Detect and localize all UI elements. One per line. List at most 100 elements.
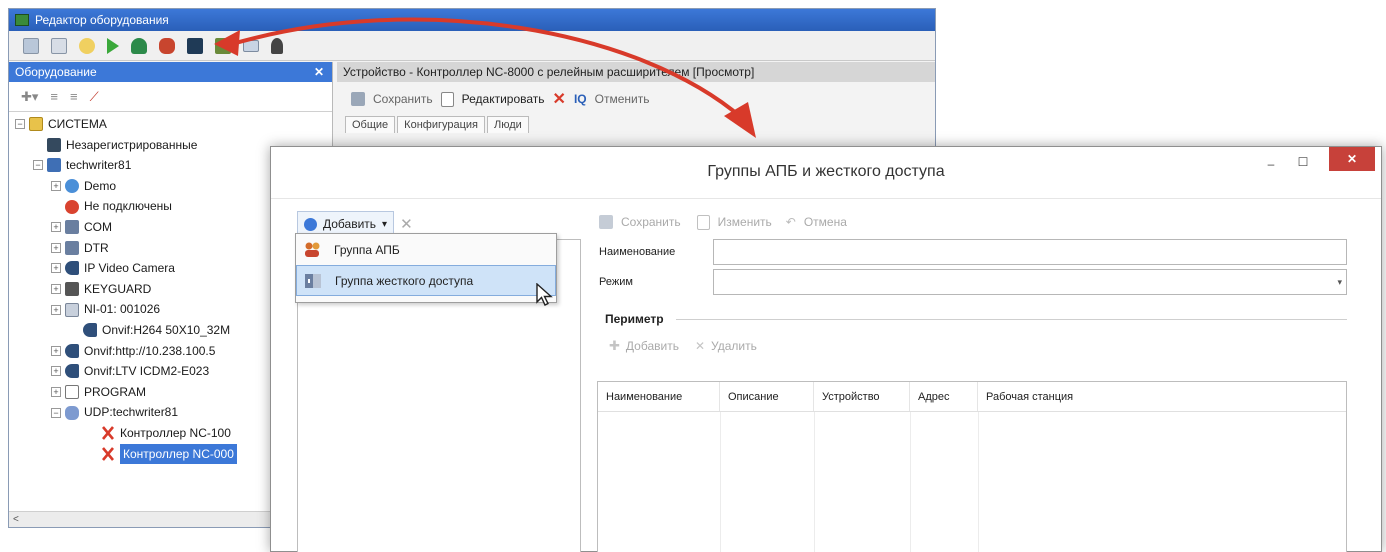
tree-item-label: Onvif:H264 50X10_32M <box>102 322 231 337</box>
controller-icon <box>101 426 115 441</box>
mode-select[interactable]: ▾ <box>713 269 1347 295</box>
expand-icon[interactable]: + <box>51 304 61 315</box>
tree-item-label: Незарегистрированные <box>66 137 198 152</box>
play-icon[interactable] <box>107 37 119 54</box>
id-icon[interactable]: IQ <box>574 92 587 106</box>
tree-item-label: KEYGUARD <box>84 281 152 296</box>
image-icon[interactable] <box>215 37 231 54</box>
chevron-down-icon[interactable]: ▾ <box>1337 277 1342 288</box>
details-save-button[interactable]: Сохранить <box>621 215 681 229</box>
undo-icon: ↶ <box>785 215 796 229</box>
expand-icon[interactable]: + <box>51 387 61 398</box>
details-toolbar: Сохранить Изменить ↶ Отмена <box>597 207 1375 237</box>
column-divider <box>720 412 721 552</box>
add-circle-icon: ✚ <box>609 338 620 353</box>
tree-item-label: IP Video Camera <box>84 261 175 276</box>
card-icon[interactable] <box>243 39 259 52</box>
expand-icon[interactable]: + <box>51 345 61 356</box>
dialog-titlebar: Группы АПБ и жесткого доступа – ☐ ✕ <box>271 147 1381 199</box>
expand-icon[interactable]: + <box>51 181 61 192</box>
camera-icon <box>83 323 97 338</box>
perimeter-toolbar: ✚ Добавить ✕ Удалить <box>597 329 1375 363</box>
apb-groups-dialog: Группы АПБ и жесткого доступа – ☐ ✕ Доба… <box>270 146 1382 552</box>
network-icon <box>65 405 79 420</box>
lightbulb-icon[interactable] <box>79 37 95 54</box>
editor-toolbar <box>9 31 935 61</box>
hard-access-group-icon <box>303 272 323 290</box>
name-label: Наименование <box>599 246 676 258</box>
column-header-device[interactable]: Устройство <box>814 382 910 411</box>
device-cancel-button[interactable]: Отменить <box>595 92 650 106</box>
add-button-label: Добавить <box>323 217 377 231</box>
camera-icon <box>65 364 79 379</box>
maximize-button[interactable]: ☐ <box>1289 151 1317 173</box>
column-header-workstation[interactable]: Рабочая станция <box>978 382 1346 411</box>
device-save-button[interactable]: Сохранить <box>373 92 433 106</box>
close-icon[interactable]: ✕ <box>314 62 324 82</box>
device-edit-button[interactable]: Редактировать <box>462 92 545 106</box>
tree-item[interactable]: − СИСТЕМА <box>9 114 332 135</box>
edit-icon <box>696 214 710 230</box>
disconnected-icon <box>65 199 79 214</box>
column-divider <box>910 412 911 552</box>
column-header-address[interactable]: Адрес <box>910 382 978 411</box>
ni-icon <box>65 302 79 317</box>
page-icon[interactable] <box>23 37 39 54</box>
add-icon <box>304 217 317 231</box>
mouse-cursor-icon <box>536 283 553 306</box>
column-divider <box>978 412 979 552</box>
expand-icon[interactable]: + <box>51 222 61 233</box>
apb-groups-icon[interactable] <box>159 37 175 54</box>
chevron-down-icon: ▾ <box>382 218 388 230</box>
menu-item-hard-access-group-label: Группа жесткого доступа <box>335 273 474 288</box>
expand-icon[interactable]: ≡ <box>70 89 78 104</box>
column-header-name[interactable]: Наименование <box>598 382 720 411</box>
expand-icon[interactable]: + <box>51 263 61 274</box>
tree-item-label: NI-01: 001026 <box>84 302 161 317</box>
perimeter-add-button[interactable]: Добавить <box>626 339 679 353</box>
column-header-description[interactable]: Описание <box>720 382 814 411</box>
scroll-left-icon[interactable]: < <box>13 514 19 525</box>
user-green-icon[interactable] <box>131 37 147 54</box>
folder-icon <box>29 117 43 132</box>
add-node-icon[interactable]: ✚▾ <box>21 89 38 105</box>
device-tabs: Общие Конфигурация Люди <box>337 116 935 133</box>
collapse-icon[interactable]: ≡ <box>50 89 58 104</box>
person-icon[interactable] <box>271 37 283 54</box>
perimeter-delete-button[interactable]: Удалить <box>711 339 757 353</box>
controller-icon <box>101 446 115 461</box>
program-icon <box>65 385 79 400</box>
close-button[interactable]: ✕ <box>1329 147 1375 171</box>
expand-icon[interactable]: + <box>51 366 61 377</box>
tab-general[interactable]: Общие <box>345 116 396 133</box>
editor-titlebar: Редактор оборудования <box>9 9 935 31</box>
details-cancel-button[interactable]: Отмена <box>804 215 847 229</box>
tab-configuration[interactable]: Конфигурация <box>397 116 485 133</box>
delete-icon[interactable]: ✕ <box>400 215 413 233</box>
tree-item-label: Onvif:http://10.238.100.5 <box>84 343 216 358</box>
editor-title: Редактор оборудования <box>35 13 169 27</box>
collapse-icon[interactable]: − <box>15 119 25 130</box>
mode-label: Режим <box>599 276 633 288</box>
monitor-icon[interactable] <box>187 37 203 54</box>
details-edit-button[interactable]: Изменить <box>718 215 772 229</box>
cancel-x-icon[interactable]: ✕ <box>553 89 566 109</box>
expand-icon[interactable]: + <box>51 284 61 295</box>
perimeter-section: Периметр <box>597 309 1375 329</box>
tree-item-label: Контроллер NC-000 <box>120 443 237 465</box>
perimeter-table[interactable]: Наименование Описание Устройство Адрес Р… <box>597 381 1347 552</box>
collapse-icon[interactable]: − <box>33 160 43 171</box>
collapse-icon[interactable]: − <box>51 407 61 418</box>
edit-icon <box>440 91 454 107</box>
menu-item-hard-access-group[interactable]: Группа жесткого доступа <box>296 265 556 296</box>
tree-item-label: COM <box>84 219 112 234</box>
minimize-button[interactable]: – <box>1257 153 1285 175</box>
tab-people[interactable]: Люди <box>487 116 529 133</box>
menu-item-apb-group[interactable]: Группа АПБ <box>296 234 556 265</box>
expand-icon[interactable]: + <box>51 242 61 253</box>
wrench-icon[interactable]: ⟋ <box>90 89 99 105</box>
tree-item-label: СИСТЕМА <box>48 117 107 131</box>
list-icon[interactable] <box>51 37 67 54</box>
tree-item-label: Demo <box>84 178 117 193</box>
name-field[interactable] <box>713 239 1347 265</box>
